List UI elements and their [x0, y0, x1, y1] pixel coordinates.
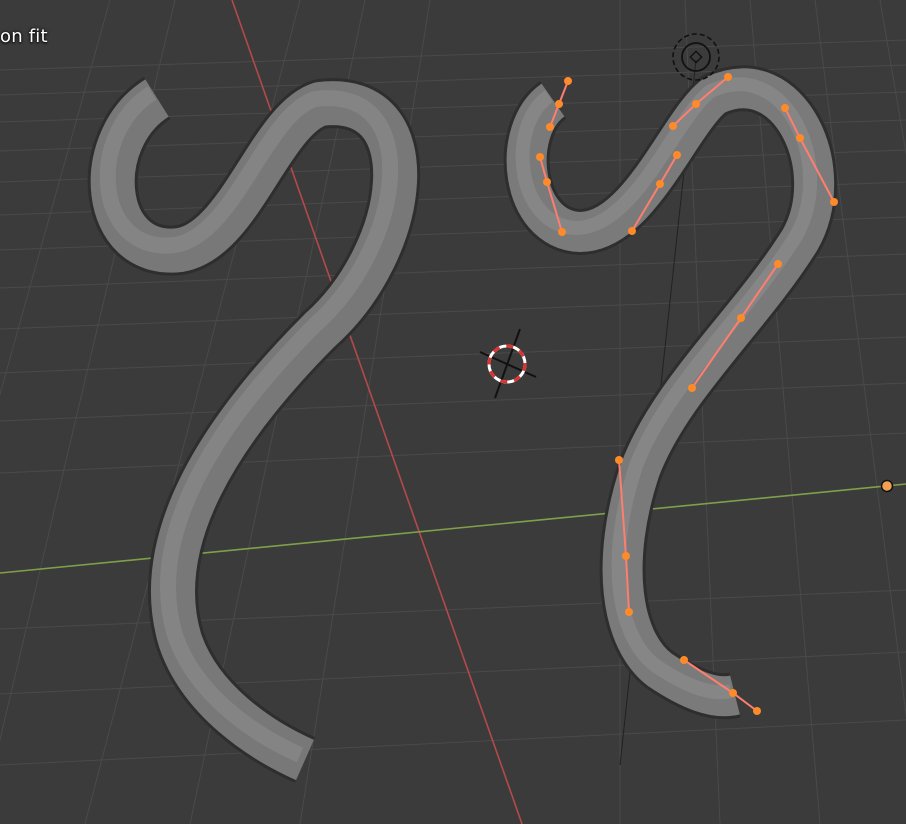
control-point[interactable]	[656, 180, 664, 188]
control-point[interactable]	[737, 314, 745, 322]
control-point[interactable]	[830, 198, 838, 206]
control-point[interactable]	[628, 227, 636, 235]
control-point[interactable]	[622, 552, 630, 560]
3d-cursor-icon[interactable]	[479, 328, 537, 399]
control-point[interactable]	[558, 228, 566, 236]
control-point[interactable]	[724, 73, 732, 81]
light-gizmo-icon[interactable]	[672, 33, 720, 81]
control-point[interactable]	[546, 123, 554, 131]
control-point[interactable]	[673, 151, 681, 159]
y-axis-line	[0, 483, 906, 574]
viewport-canvas[interactable]	[0, 0, 906, 824]
control-point[interactable]	[680, 656, 688, 664]
control-point[interactable]	[729, 689, 737, 697]
control-point[interactable]	[615, 456, 623, 464]
control-point[interactable]	[753, 707, 761, 715]
curve-object-right[interactable]	[503, 65, 838, 720]
curve-object-left[interactable]	[87, 76, 420, 783]
control-point[interactable]	[781, 104, 789, 112]
operator-label: on fit	[0, 26, 48, 47]
control-point[interactable]	[555, 100, 563, 108]
control-point[interactable]	[625, 608, 633, 616]
control-point[interactable]	[543, 178, 551, 186]
control-point[interactable]	[564, 77, 572, 85]
control-point[interactable]	[692, 100, 700, 108]
control-point[interactable]	[536, 153, 544, 161]
control-point[interactable]	[796, 134, 804, 142]
control-point[interactable]	[669, 122, 677, 130]
3d-viewport[interactable]: on fit	[0, 0, 906, 824]
origin-icon[interactable]	[880, 479, 894, 493]
control-point[interactable]	[688, 384, 696, 392]
control-point[interactable]	[774, 260, 782, 268]
